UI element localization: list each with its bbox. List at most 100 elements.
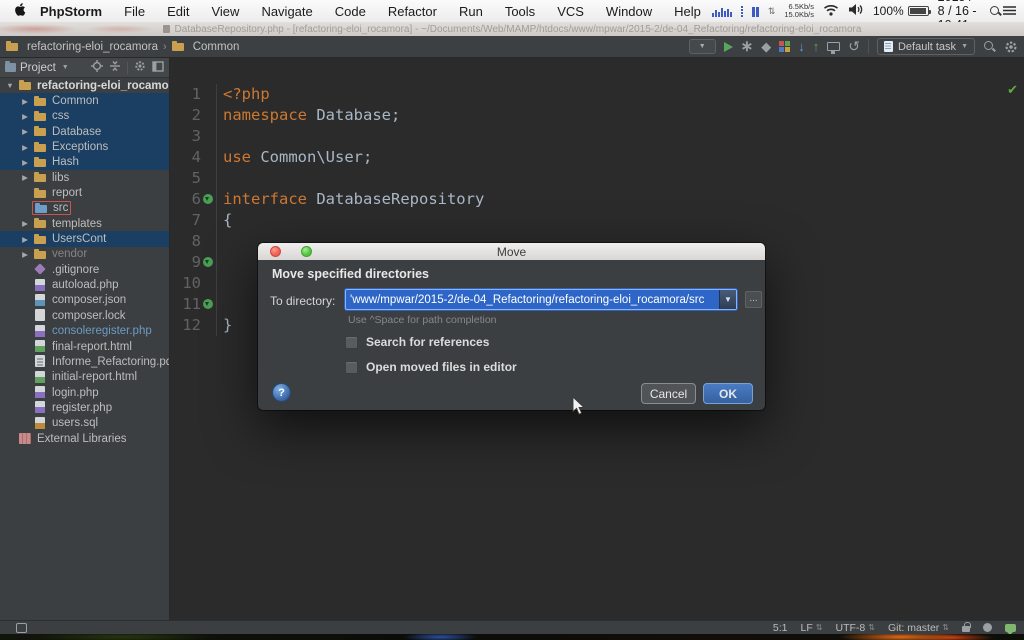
- tree-item-initial-report-html[interactable]: initial-report.html: [0, 370, 169, 385]
- apple-menu-icon[interactable]: [14, 2, 27, 20]
- menu-window[interactable]: Window: [595, 4, 663, 19]
- tree-item-refactoring-eloi-rocamora[interactable]: ▼refactoring-eloi_rocamora(: [0, 78, 169, 93]
- menu-tools[interactable]: Tools: [494, 4, 546, 19]
- code-line-4[interactable]: 4use Common\User;: [171, 147, 1024, 168]
- code-line-2[interactable]: 2namespace Database;: [171, 105, 1024, 126]
- close-window-icon[interactable]: [270, 246, 281, 257]
- checkbox-label[interactable]: Open moved files in editor: [366, 360, 517, 374]
- chevron-down-icon[interactable]: ▼: [3, 81, 17, 90]
- hector-inspector-icon[interactable]: [983, 623, 992, 632]
- menu-file[interactable]: File: [113, 4, 156, 19]
- chevron-right-icon[interactable]: ▶: [18, 250, 32, 259]
- vcs-commit-icon[interactable]: ↑: [813, 39, 820, 54]
- caret-position[interactable]: 5:1: [773, 622, 788, 634]
- menu-edit[interactable]: Edit: [156, 4, 200, 19]
- cpu-meter-icon[interactable]: [712, 6, 732, 17]
- breadcrumb-item-refactoring-eloi-rocamora[interactable]: refactoring-eloi_rocamora: [6, 40, 158, 53]
- zoom-window-icon[interactable]: [301, 246, 312, 257]
- tree-item-src[interactable]: src: [0, 201, 169, 216]
- spotlight-search-icon[interactable]: [989, 5, 994, 18]
- chevron-right-icon[interactable]: ▶: [18, 173, 32, 182]
- debug-icon[interactable]: ∗: [741, 40, 754, 53]
- tree-item-final-report-html[interactable]: final-report.html: [0, 339, 169, 354]
- settings-gear-icon[interactable]: [1004, 40, 1018, 54]
- inspection-ok-icon[interactable]: ✔: [1007, 83, 1018, 96]
- tree-item-gitignore[interactable]: .gitignore: [0, 262, 169, 277]
- menu-code[interactable]: Code: [324, 4, 377, 19]
- search-for-references-checkbox[interactable]: [345, 336, 358, 349]
- volume-icon[interactable]: [848, 3, 864, 19]
- undo-icon[interactable]: ↺: [848, 40, 860, 53]
- tree-item-css[interactable]: ▶css: [0, 109, 169, 124]
- menu-phpstorm[interactable]: PhpStorm: [29, 4, 113, 19]
- code-line-5[interactable]: 5: [171, 168, 1024, 189]
- window-title-bar[interactable]: DatabaseRepository.php - [refactoring-el…: [0, 22, 1024, 36]
- code-line-1[interactable]: 1<?php: [171, 84, 1024, 105]
- checkbox-label[interactable]: Search for references: [366, 335, 489, 349]
- vcs-update-icon[interactable]: ↓: [798, 39, 805, 54]
- run-button[interactable]: [724, 42, 733, 52]
- collapse-all-icon[interactable]: [109, 59, 121, 77]
- tree-item-consoleregister-php[interactable]: consoleregister.php: [0, 324, 169, 339]
- chevron-right-icon[interactable]: ▶: [18, 112, 32, 121]
- disk-meter-icon[interactable]: [752, 6, 759, 17]
- chevron-right-icon[interactable]: ▶: [18, 219, 32, 228]
- chevron-down-icon[interactable]: ▼: [62, 64, 69, 71]
- menu-refactor[interactable]: Refactor: [377, 4, 448, 19]
- help-button[interactable]: ?: [272, 383, 291, 402]
- line-ending-selector[interactable]: LF⇅: [801, 622, 823, 634]
- tree-item-vendor[interactable]: ▶vendor: [0, 247, 169, 262]
- tree-item-users-sql[interactable]: users.sql: [0, 416, 169, 431]
- browse-directory-button[interactable]: ...: [745, 291, 762, 308]
- chevron-right-icon[interactable]: ▶: [18, 235, 32, 244]
- menu-vcs[interactable]: VCS: [546, 4, 595, 19]
- project-panel-title[interactable]: Project: [20, 62, 56, 74]
- changes-monitor-icon[interactable]: [827, 42, 840, 51]
- event-log-bubble-icon[interactable]: [1005, 624, 1016, 632]
- ok-button[interactable]: OK: [703, 383, 753, 404]
- tree-item-userscont[interactable]: ▶UsersCont: [0, 231, 169, 246]
- menu-help[interactable]: Help: [663, 4, 712, 19]
- network-speed[interactable]: 6.5Kb/s 15.0Kb/s: [784, 3, 814, 19]
- chevron-right-icon[interactable]: ▶: [18, 97, 32, 106]
- memory-meter-icon[interactable]: [741, 6, 743, 17]
- dialog-title-bar[interactable]: Move: [258, 243, 765, 260]
- toolwindow-toggle-icon[interactable]: [16, 623, 27, 633]
- tree-item-login-php[interactable]: login.php: [0, 385, 169, 400]
- hide-panel-icon[interactable]: [152, 59, 164, 77]
- implemented-marker-icon[interactable]: [203, 194, 213, 204]
- concurrency-diagram-icon[interactable]: [779, 41, 790, 52]
- directory-path-combobox[interactable]: 'www/mpwar/2015-2/de-04_Refactoring/refa…: [345, 289, 737, 310]
- tree-item-hash[interactable]: ▶Hash: [0, 155, 169, 170]
- battery-indicator[interactable]: 100%: [873, 4, 929, 18]
- code-line-3[interactable]: 3: [171, 126, 1024, 147]
- tree-item-templates[interactable]: ▶templates: [0, 216, 169, 231]
- run-configuration-combo[interactable]: ▼: [689, 39, 716, 54]
- combo-dropdown-button[interactable]: ▼: [719, 290, 736, 309]
- locate-file-icon[interactable]: [91, 59, 103, 77]
- file-lock-icon[interactable]: [962, 626, 970, 632]
- open-moved-files-checkbox[interactable]: [345, 361, 358, 374]
- implemented-marker-icon[interactable]: [203, 299, 213, 309]
- tree-item-informe-refactoring-pdf[interactable]: Informe_Refactoring.pdf: [0, 354, 169, 369]
- vcs-branch-selector[interactable]: Git: master⇅: [888, 622, 949, 634]
- chevron-right-icon[interactable]: ▶: [18, 158, 32, 167]
- chevron-right-icon[interactable]: ▶: [18, 127, 32, 136]
- tree-item-database[interactable]: ▶Database: [0, 124, 169, 139]
- code-line-7[interactable]: 7{: [171, 210, 1024, 231]
- chevron-right-icon[interactable]: ▶: [18, 143, 32, 152]
- tree-item-libs[interactable]: ▶libs: [0, 170, 169, 185]
- notification-center-icon[interactable]: [1003, 4, 1016, 19]
- tree-item-report[interactable]: report: [0, 185, 169, 200]
- code-line-6[interactable]: 6interface DatabaseRepository: [171, 189, 1024, 210]
- encoding-selector[interactable]: UTF-8⇅: [836, 622, 875, 634]
- tree-item-external-libraries[interactable]: External Libraries: [0, 431, 169, 446]
- breadcrumb-item-common[interactable]: Common: [172, 40, 240, 53]
- tree-item-exceptions[interactable]: ▶Exceptions: [0, 139, 169, 154]
- menu-run[interactable]: Run: [448, 4, 494, 19]
- gear-icon[interactable]: [134, 59, 146, 77]
- tree-item-autoload-php[interactable]: autoload.php: [0, 277, 169, 292]
- tree-item-common[interactable]: ▶Common: [0, 93, 169, 108]
- menu-view[interactable]: View: [200, 4, 250, 19]
- task-selector[interactable]: Default task ▼: [877, 38, 975, 55]
